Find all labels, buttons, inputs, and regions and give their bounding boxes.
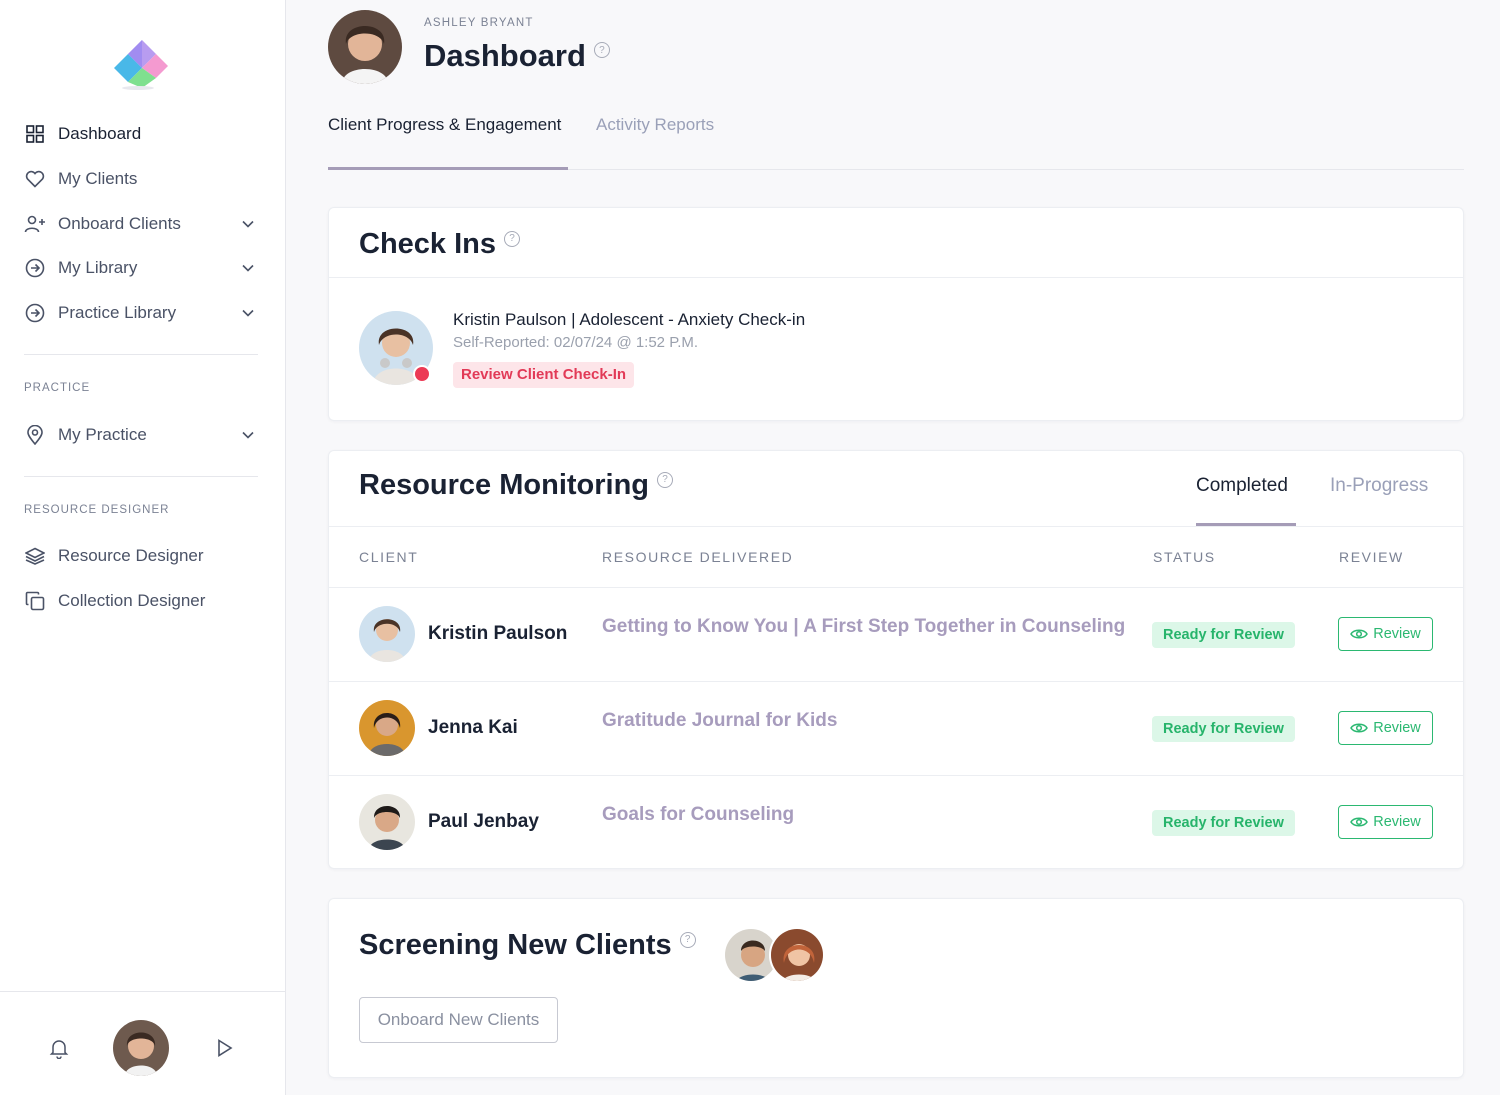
avatar[interactable] [769, 927, 825, 983]
status-badge: Ready for Review [1152, 810, 1295, 836]
tab-activity-reports[interactable]: Activity Reports [596, 112, 714, 170]
card-title-text: Screening New Clients [359, 929, 672, 961]
resource-monitoring-title: Resource Monitoring ? [359, 469, 674, 502]
copy-icon [24, 590, 46, 612]
sidebar-divider [24, 354, 258, 356]
tab-in-progress[interactable]: In-Progress [1330, 475, 1428, 526]
card-title-text: Resource Monitoring [359, 469, 650, 501]
sidebar-item-label: Onboard Clients [58, 213, 181, 233]
chevron-down-icon[interactable] [240, 427, 256, 443]
sidebar-item-label: My Library [58, 258, 138, 278]
section-label-resource-designer: RESOURCE DESIGNER [24, 504, 170, 517]
page-title: Dashboard ? [424, 38, 610, 74]
status-badge: Ready for Review [1152, 622, 1295, 648]
sidebar-item-my-practice[interactable]: My Practice [24, 412, 260, 457]
review-check-in-button[interactable]: Review Client Check-In [453, 362, 635, 388]
status-badge: Ready for Review [1152, 716, 1295, 742]
help-icon[interactable]: ? [593, 42, 610, 58]
help-icon[interactable]: ? [504, 230, 520, 247]
review-button-label: Review [1373, 814, 1421, 830]
tab-completed[interactable]: Completed [1196, 475, 1296, 526]
review-button-label: Review [1373, 720, 1421, 736]
sidebar-item-onboard-clients[interactable]: Onboard Clients [24, 201, 260, 246]
check-ins-header: Check Ins ? [329, 208, 1463, 278]
review-button[interactable]: Review [1338, 617, 1433, 651]
review-button[interactable]: Review [1338, 805, 1433, 839]
review-button[interactable]: Review [1338, 711, 1433, 745]
app-logo[interactable] [108, 38, 168, 90]
onboard-new-clients-button[interactable]: Onboard New Clients [359, 997, 558, 1043]
eye-icon [1350, 817, 1369, 827]
user-name: ASHLEY BRYANT [424, 17, 534, 29]
sidebar-item-resource-designer[interactable]: Resource Designer [24, 534, 260, 579]
arrow-circle-icon [24, 302, 46, 324]
sidebar: Dashboard My Clients Onboard Clients My … [0, 0, 286, 1095]
user-plus-icon [24, 213, 46, 235]
sidebar-item-my-clients[interactable]: My Clients [24, 157, 260, 202]
card-title-text: Check Ins [359, 228, 496, 260]
resource-link[interactable]: Goals for Counseling [602, 804, 794, 826]
screening-title: Screening New Clients ? [359, 929, 696, 962]
play-icon[interactable] [213, 1037, 235, 1059]
table-row: Jenna Kai Gratitude Journal for Kids Rea… [329, 682, 1463, 776]
bell-icon[interactable] [48, 1037, 70, 1060]
sidebar-item-label: My Practice [58, 424, 147, 444]
sidebar-item-dashboard[interactable]: Dashboard [24, 112, 260, 157]
check-ins-title: Check Ins ? [359, 228, 1463, 261]
page-title-text: Dashboard [424, 38, 586, 73]
sidebar-item-my-library[interactable]: My Library [24, 246, 260, 291]
resource-link[interactable]: Getting to Know You | A First Step Toget… [602, 616, 1125, 638]
chevron-down-icon[interactable] [240, 260, 256, 276]
sidebar-item-practice-library[interactable]: Practice Library [24, 291, 260, 336]
layers-icon [24, 545, 46, 567]
avatar [328, 10, 402, 84]
avatar [359, 606, 415, 662]
review-button-label: Review [1373, 626, 1421, 642]
client-name: Kristin Paulson [428, 623, 568, 644]
map-pin-icon [24, 424, 46, 446]
check-in-timestamp: Self-Reported: 02/07/24 @ 1:52 P.M. [453, 334, 699, 351]
chevron-down-icon[interactable] [240, 305, 256, 321]
table-row: Kristin Paulson Getting to Know You | A … [329, 588, 1463, 682]
column-header-review: REVIEW [1339, 549, 1404, 565]
heart-icon [24, 168, 46, 190]
grid-icon [24, 123, 46, 145]
resource-monitoring-card: Resource Monitoring ? Completed In-Progr… [328, 450, 1464, 869]
screening-card: Screening New Clients ? Onboard New Clie… [328, 898, 1464, 1078]
main-nav: Dashboard My Clients Onboard Clients My … [24, 112, 260, 624]
sidebar-divider [24, 476, 258, 478]
check-in-title[interactable]: Kristin Paulson | Adolescent - Anxiety C… [453, 310, 805, 330]
sidebar-item-label: Practice Library [58, 303, 177, 323]
arrow-circle-icon [24, 257, 46, 279]
avatar [359, 794, 415, 850]
eye-icon [1350, 723, 1369, 733]
eye-icon [1350, 629, 1369, 639]
sidebar-item-collection-designer[interactable]: Collection Designer [24, 579, 260, 624]
resource-link[interactable]: Gratitude Journal for Kids [602, 710, 837, 732]
avatar[interactable] [113, 1020, 169, 1076]
column-header-resource: RESOURCE DELIVERED [602, 549, 794, 565]
help-icon[interactable]: ? [679, 931, 696, 948]
sidebar-footer [0, 991, 286, 1095]
sidebar-item-label: Resource Designer [58, 546, 204, 566]
sidebar-item-label: Dashboard [58, 124, 142, 144]
check-ins-card: Check Ins ? Kristin Paulson | Adolescent… [328, 207, 1464, 421]
main-tabs: Client Progress & Engagement Activity Re… [328, 112, 1464, 170]
client-name: Paul Jenbay [428, 811, 539, 832]
avatar [359, 700, 415, 756]
help-icon[interactable]: ? [657, 471, 674, 488]
sidebar-item-label: My Clients [58, 169, 138, 189]
resource-monitoring-header: Resource Monitoring ? Completed In-Progr… [329, 451, 1463, 527]
sidebar-item-label: Collection Designer [58, 591, 206, 611]
column-header-client: CLIENT [359, 549, 419, 565]
client-name: Jenna Kai [428, 717, 518, 738]
section-label-practice: PRACTICE [24, 382, 91, 395]
unread-dot [413, 365, 431, 383]
table-row: Paul Jenbay Goals for Counseling Ready f… [329, 776, 1463, 870]
tab-client-progress[interactable]: Client Progress & Engagement [328, 112, 568, 170]
column-header-status: STATUS [1153, 549, 1216, 565]
chevron-down-icon[interactable] [240, 216, 256, 232]
